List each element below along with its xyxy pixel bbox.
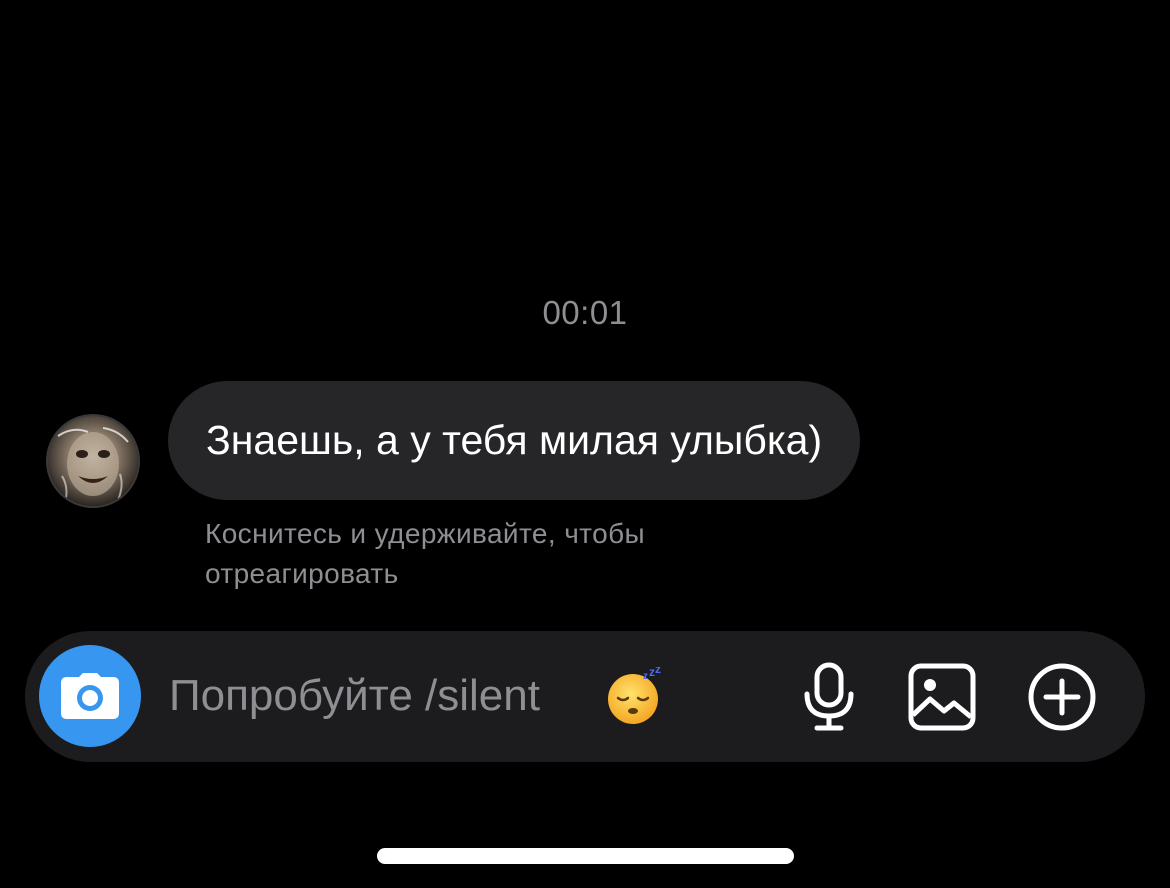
camera-icon bbox=[61, 673, 119, 719]
microphone-icon bbox=[804, 662, 854, 731]
plus-circle-icon bbox=[1028, 663, 1096, 731]
message-bubble[interactable]: Знаешь, а у тебя милая улыбка) bbox=[168, 381, 861, 500]
gallery-button[interactable] bbox=[904, 659, 980, 735]
message-timestamp: 00:01 bbox=[542, 294, 628, 331]
home-indicator[interactable] bbox=[377, 848, 794, 864]
sleeping-face-icon: z z z bbox=[605, 662, 663, 730]
voice-message-button[interactable] bbox=[791, 659, 867, 735]
message-composer: z z z bbox=[25, 631, 1145, 762]
message-text: Знаешь, а у тебя милая улыбка) bbox=[206, 417, 823, 463]
svg-text:z: z bbox=[655, 667, 661, 676]
gallery-icon bbox=[908, 663, 976, 731]
sender-avatar[interactable] bbox=[46, 414, 140, 508]
reaction-hint: Коснитесь и удерживайте, чтобы отреагиро… bbox=[205, 518, 646, 589]
camera-button[interactable] bbox=[39, 645, 141, 747]
svg-text:z: z bbox=[643, 671, 648, 682]
chat-screen: 00:01 Знаешь, а у тебя милая улыбка) Кос… bbox=[0, 0, 1170, 888]
more-options-button[interactable] bbox=[1024, 659, 1100, 735]
